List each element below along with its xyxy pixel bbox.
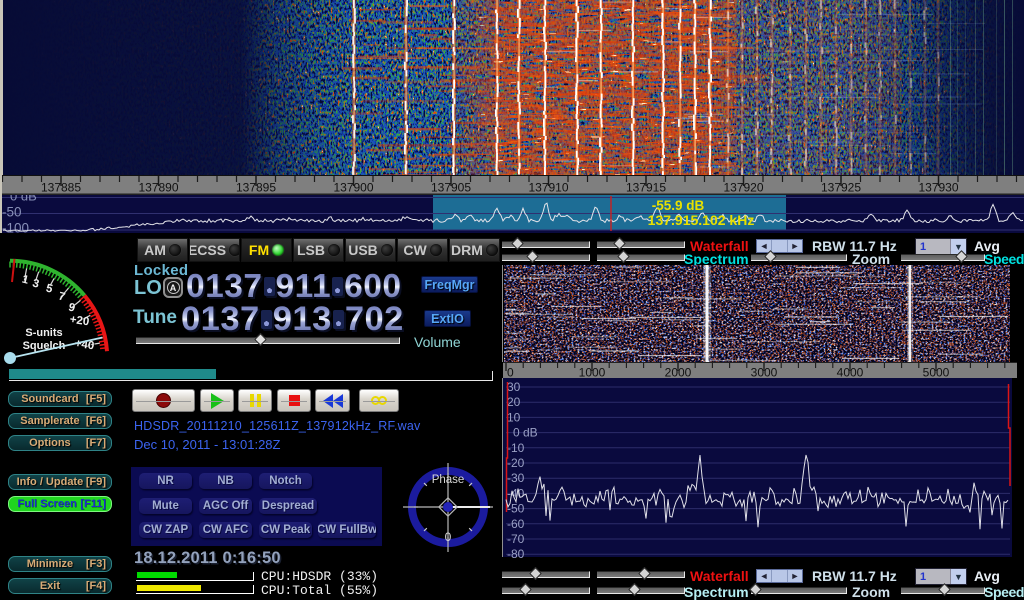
svg-text:-10: -10 bbox=[507, 441, 525, 455]
svg-text:20: 20 bbox=[507, 395, 521, 409]
svg-text:-30: -30 bbox=[507, 471, 525, 485]
svg-text:-60: -60 bbox=[507, 517, 525, 531]
svg-text:-40: -40 bbox=[507, 486, 525, 500]
svg-text:2000: 2000 bbox=[665, 366, 692, 380]
svg-text:30: 30 bbox=[507, 380, 521, 394]
svg-text:10: 10 bbox=[507, 410, 521, 424]
svg-text:3000: 3000 bbox=[751, 366, 778, 380]
svg-text:5000: 5000 bbox=[923, 366, 950, 380]
svg-text:-20: -20 bbox=[507, 456, 525, 470]
svg-text:-80: -80 bbox=[507, 547, 525, 561]
svg-text:1000: 1000 bbox=[579, 366, 606, 380]
svg-text:-70: -70 bbox=[507, 532, 525, 546]
svg-text:0 dB: 0 dB bbox=[513, 426, 538, 440]
svg-text:0: 0 bbox=[507, 366, 514, 380]
svg-text:4000: 4000 bbox=[837, 366, 864, 380]
